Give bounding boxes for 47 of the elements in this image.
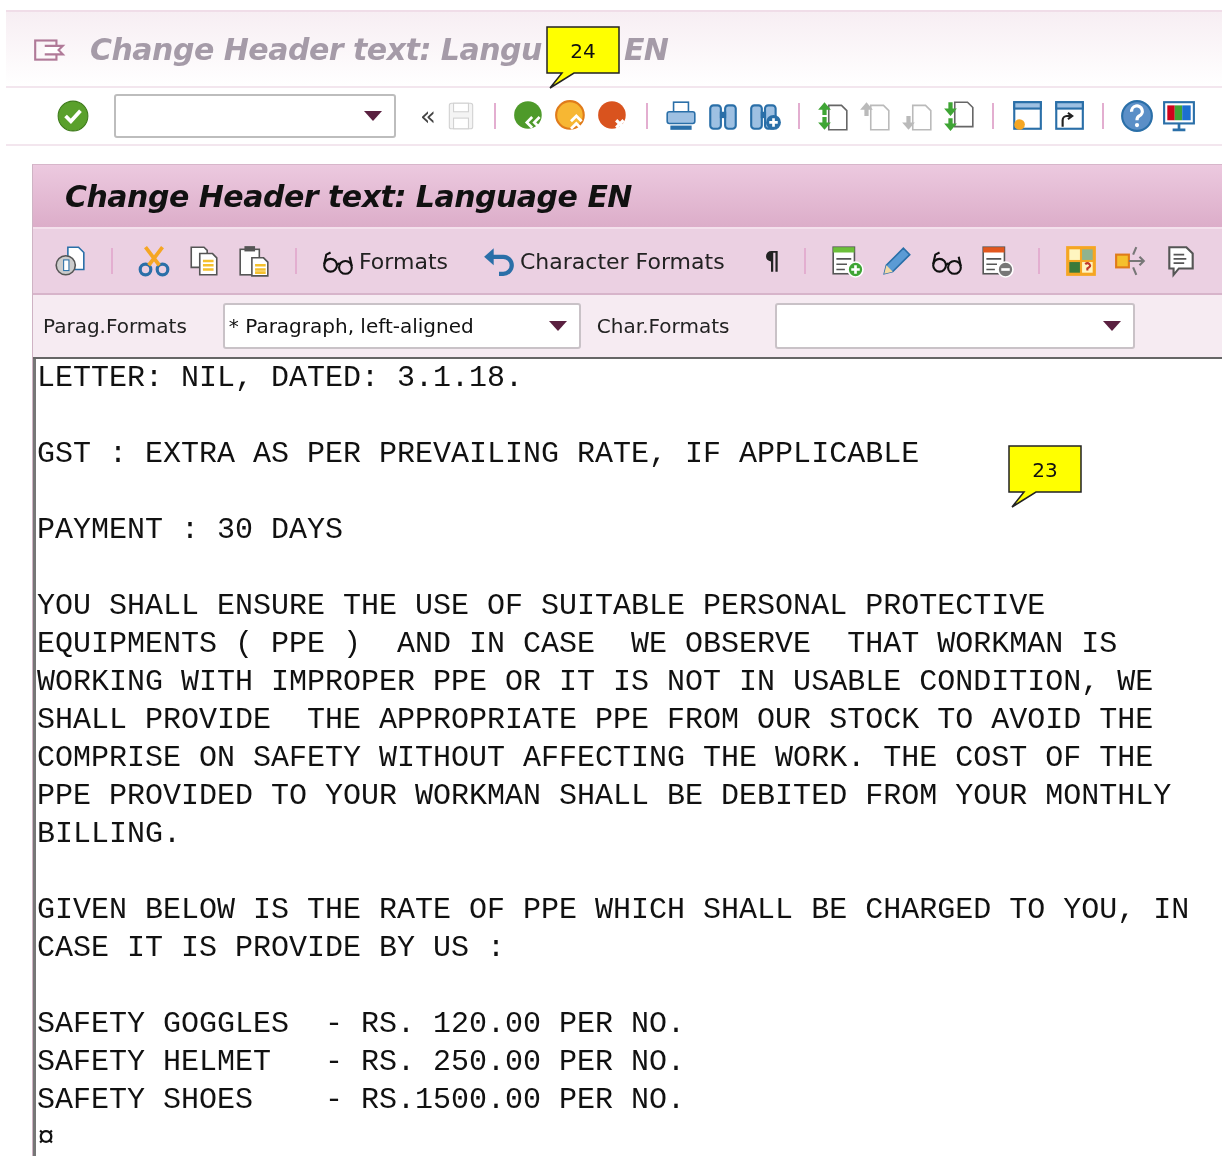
- caret-icon: [548, 321, 567, 331]
- text-line: SAFETY SHOES - RS.1500.00 PER NO.: [37, 1083, 686, 1117]
- text-line: WORKING WITH IMPROPER PPE OR IT IS NOT IN USABLE CONDITION, WE: [37, 665, 1154, 699]
- paragraph-mark-button[interactable]: ¶: [764, 247, 780, 275]
- first-page-icon[interactable]: [815, 99, 850, 133]
- text-line: ¤: [37, 1121, 55, 1155]
- character-formats-button[interactable]: Character Formats: [482, 244, 725, 278]
- text-line: EQUIPMENTS ( PPE ) AND IN CASE WE OBSERVE THAT WORKMAN IS: [37, 627, 1118, 661]
- print-icon[interactable]: [663, 99, 698, 133]
- text-line: COMPRISE ON SAFETY WITHOUT AFFECTING THE WORK. THE COST OF THE: [37, 741, 1154, 775]
- caret-icon: [364, 111, 382, 121]
- enter-icon[interactable]: [56, 99, 90, 133]
- paste-icon[interactable]: [237, 244, 271, 278]
- text-line: GST : EXTRA AS PER PREVAILING RATE, IF APPLICABLE: [37, 437, 920, 471]
- text-line: SHALL PROVIDE THE APPROPRIATE PPE FROM OUR STOCK TO AVOID THE: [37, 703, 1154, 737]
- text-line: CASE IT IS PROVIDE BY US :: [37, 931, 506, 965]
- screen-title: Change Header text: Language EN: [65, 178, 632, 214]
- window-title: EN: [623, 31, 669, 67]
- text-line: PAYMENT : 30 DAYS: [37, 513, 344, 547]
- text-line: PPE PROVIDED TO YOUR WORKMAN SHALL BE DEBITED FROM YOUR MONTHLY: [37, 779, 1172, 813]
- number-callout: 23: [1008, 445, 1082, 509]
- insert-line-icon[interactable]: [829, 244, 864, 278]
- copy-icon[interactable]: [187, 244, 221, 278]
- text-line: YOU SHALL ENSURE THE USE OF SUITABLE PERSONAL PROTECTIVE: [37, 589, 1046, 623]
- paragraph-format-dropdown[interactable]: * Paragraph, left-aligned: [222, 303, 581, 349]
- text-line: LETTER: NIL, DATED: 3.1.18.: [37, 361, 524, 395]
- command-field[interactable]: [114, 94, 396, 138]
- text-line: BILLING.: [37, 817, 182, 851]
- caret-icon: [1103, 321, 1122, 331]
- move-icon[interactable]: [1113, 244, 1148, 278]
- help-icon[interactable]: [1119, 99, 1154, 133]
- documents-icon[interactable]: [53, 244, 87, 278]
- grid-icon[interactable]: [1063, 244, 1098, 278]
- collapse-glyph[interactable]: «: [420, 103, 436, 129]
- window-title: Change Header text: Langu: [90, 31, 542, 67]
- number-callout: 24: [545, 26, 620, 90]
- monitor-icon[interactable]: [1161, 99, 1196, 133]
- text-line: SAFETY HELMET - RS. 250.00 PER NO.: [37, 1045, 686, 1079]
- field-label: Char.Formats: [596, 314, 730, 338]
- last-page-icon[interactable]: [941, 99, 976, 133]
- text-line: SAFETY GOGGLES - RS. 120.00 PER NO.: [37, 1007, 686, 1041]
- cut-icon[interactable]: [137, 244, 171, 278]
- exit-icon[interactable]: [553, 99, 588, 133]
- field-label: Parag.Formats: [43, 314, 187, 338]
- delete-line-icon[interactable]: [979, 244, 1014, 278]
- formats-button[interactable]: Formats: [321, 244, 448, 278]
- text-line: GIVEN BELOW IS THE RATE OF PPE WHICH SHALL BE CHARGED TO YOU, IN: [37, 893, 1190, 927]
